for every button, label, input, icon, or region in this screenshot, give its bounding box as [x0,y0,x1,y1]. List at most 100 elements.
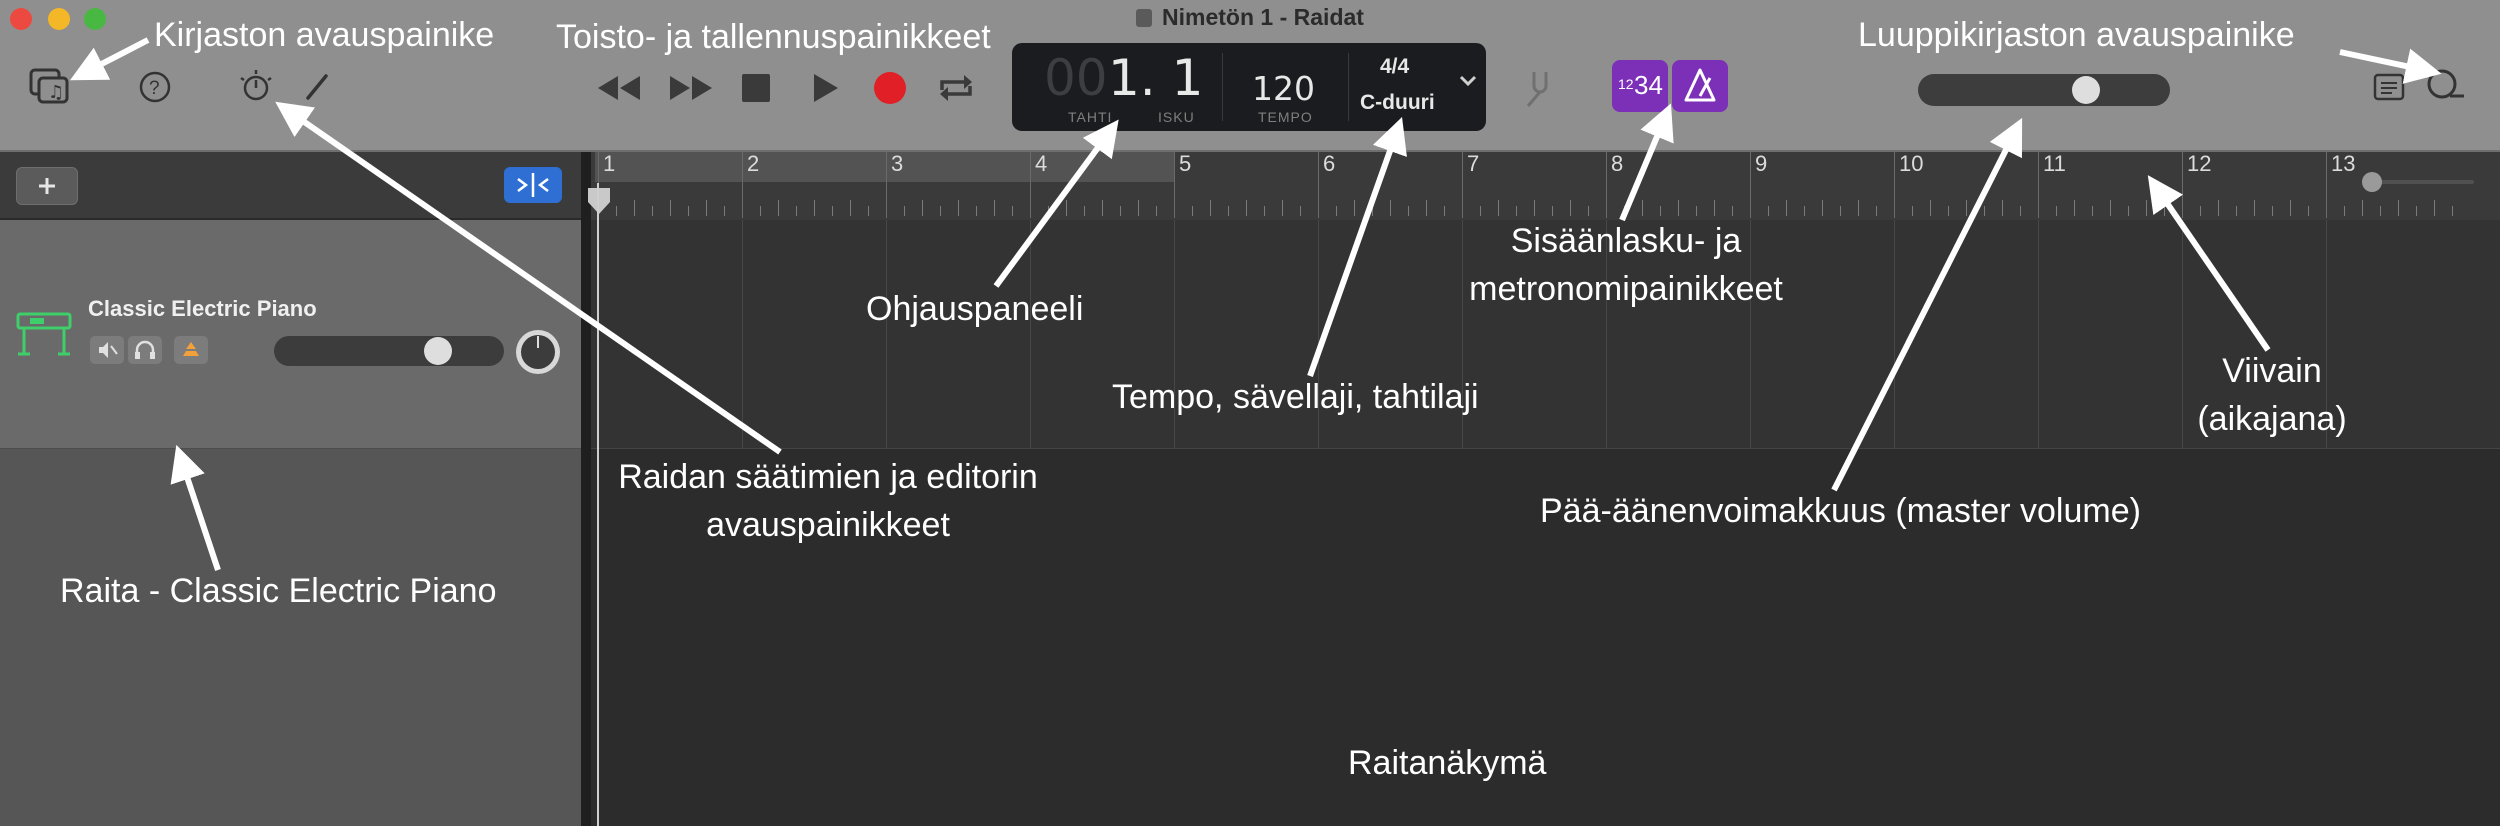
master-volume-slider[interactable] [1918,74,2170,106]
ruler-tick [1480,206,1481,216]
ruler-tick [1678,200,1679,216]
editor-button[interactable] [300,70,334,104]
ruler-tick [2290,200,2291,216]
ruler-tick [1732,206,1733,216]
play-button[interactable] [808,70,842,106]
annotation-count-in-line1: Sisäänlasku- ja [1510,222,1742,260]
notepad-button[interactable] [2372,72,2406,102]
ruler-tick [1390,200,1391,216]
ruler-bar-line [2326,152,2327,218]
record-button[interactable] [874,72,906,104]
metronome-button[interactable] [1672,60,1728,112]
add-track-button[interactable] [16,167,78,205]
ruler-bar-line [1606,152,1607,218]
catch-playhead-button[interactable] [504,167,562,203]
ruler-tick [2416,206,2417,216]
track-volume-slider[interactable] [274,336,504,366]
solo-button[interactable] [128,336,162,364]
ruler-tick [1768,206,1769,216]
loop-library-button[interactable] [2424,66,2468,106]
help-icon: ? [139,71,171,103]
headphones-icon [135,340,155,359]
playhead-handle[interactable] [586,186,612,216]
track-name[interactable]: Classic Electric Piano [88,296,317,322]
fast-forward-button[interactable] [666,70,714,106]
ruler-tick [1084,206,1085,216]
annotation-tracks-area: Raitanäkymä [1348,744,1547,782]
ruler-tick [1570,200,1571,216]
ruler-tick [2056,206,2057,216]
ruler-tick [2020,206,2021,216]
annotation-loop-library: Luuppikirjaston avauspainike [1858,16,2295,54]
annotation-ruler-line2: (aikajana) [2197,399,2347,438]
lcd-dropdown[interactable] [1458,71,1478,91]
ruler-tick [1534,200,1535,216]
ruler-tick [1786,200,1787,216]
lcd-display[interactable]: 00 1. 1 TAHTI ISKU 120 TEMPO 4/4 C-duuri [1012,43,1486,131]
rewind-button[interactable] [596,70,644,106]
lcd-position: 1. 1 [1108,49,1204,107]
ruler-tick [688,206,689,216]
ruler-tick [670,200,671,216]
count-in-big-digits: 34 [1634,70,1663,100]
ruler-bar-line [1462,152,1463,218]
ruler-bar-number: 7 [1467,151,1480,176]
record-enable-button[interactable] [174,336,208,364]
ruler-tick [1372,206,1373,216]
cycle-icon [940,75,972,101]
ruler-tick [1300,206,1301,216]
svg-text:♫: ♫ [48,82,64,103]
ruler-tick [2272,206,2273,216]
electric-piano-icon [16,308,72,358]
track-zoom-knob[interactable] [2362,172,2382,192]
ruler-tick [2236,206,2237,216]
annotation-ruler: Viivain (aikajana) [2172,348,2372,443]
master-volume-knob[interactable] [2072,76,2100,104]
annotation-library: Kirjaston avauspainike [154,16,495,54]
track-header[interactable]: Classic Electric Piano [0,220,581,449]
ruler-tick [850,200,851,216]
ruler-tick [2398,200,2399,216]
ruler-bar-line [742,152,743,218]
fast-forward-icon [670,76,712,100]
ruler-bar-line [1174,152,1175,218]
ruler-tick [1984,206,1985,216]
lcd-separator [1222,53,1223,121]
bar-gridline [2038,220,2039,448]
mute-button[interactable] [90,336,124,364]
lcd-tempo-label: TEMPO [1258,109,1313,125]
annotation-smart-controls: Raidan säätimien ja editorin avauspainik… [578,454,1078,549]
ruler-tick [1552,206,1553,216]
ruler-bar-number: 10 [1899,151,1924,176]
cycle-button[interactable] [936,70,976,106]
ruler-tick [1516,206,1517,216]
count-in-button[interactable]: 12 34 [1612,60,1668,112]
track-zoom-slider[interactable] [2358,170,2474,194]
smart-controls-button[interactable] [238,68,274,104]
ruler-tick [940,206,941,216]
ruler-tick [760,206,761,216]
track-volume-knob[interactable] [424,337,452,365]
ruler-tick [1228,206,1229,216]
ruler-tick [1624,206,1625,216]
tuner-button[interactable] [1520,68,1556,108]
ruler-tick [1804,206,1805,216]
annotation-smart-controls-line1: Raidan säätimien ja editorin [618,458,1038,496]
track-pan-knob[interactable] [516,330,560,374]
ruler-tick [2092,206,2093,216]
ruler-tick [1354,200,1355,216]
stop-button[interactable] [742,74,770,102]
annotation-smart-controls-line2: avauspainikkeet [706,505,950,544]
ruler-tick [1210,200,1211,216]
window-title-text: Nimetön 1 - Raidat [1162,4,1364,30]
help-button[interactable]: ? [138,70,172,104]
ruler-bar-number: 9 [1755,151,1768,176]
ruler-bar-number: 13 [2331,151,2356,176]
ruler-bar-number: 1 [603,151,616,176]
ruler-bar-line [1318,152,1319,218]
cycle-region[interactable] [595,152,1175,182]
ruler-tick [958,200,959,216]
ruler-tick [706,200,707,216]
library-button[interactable]: ♫ [28,66,72,106]
ruler-tick [1876,206,1877,216]
